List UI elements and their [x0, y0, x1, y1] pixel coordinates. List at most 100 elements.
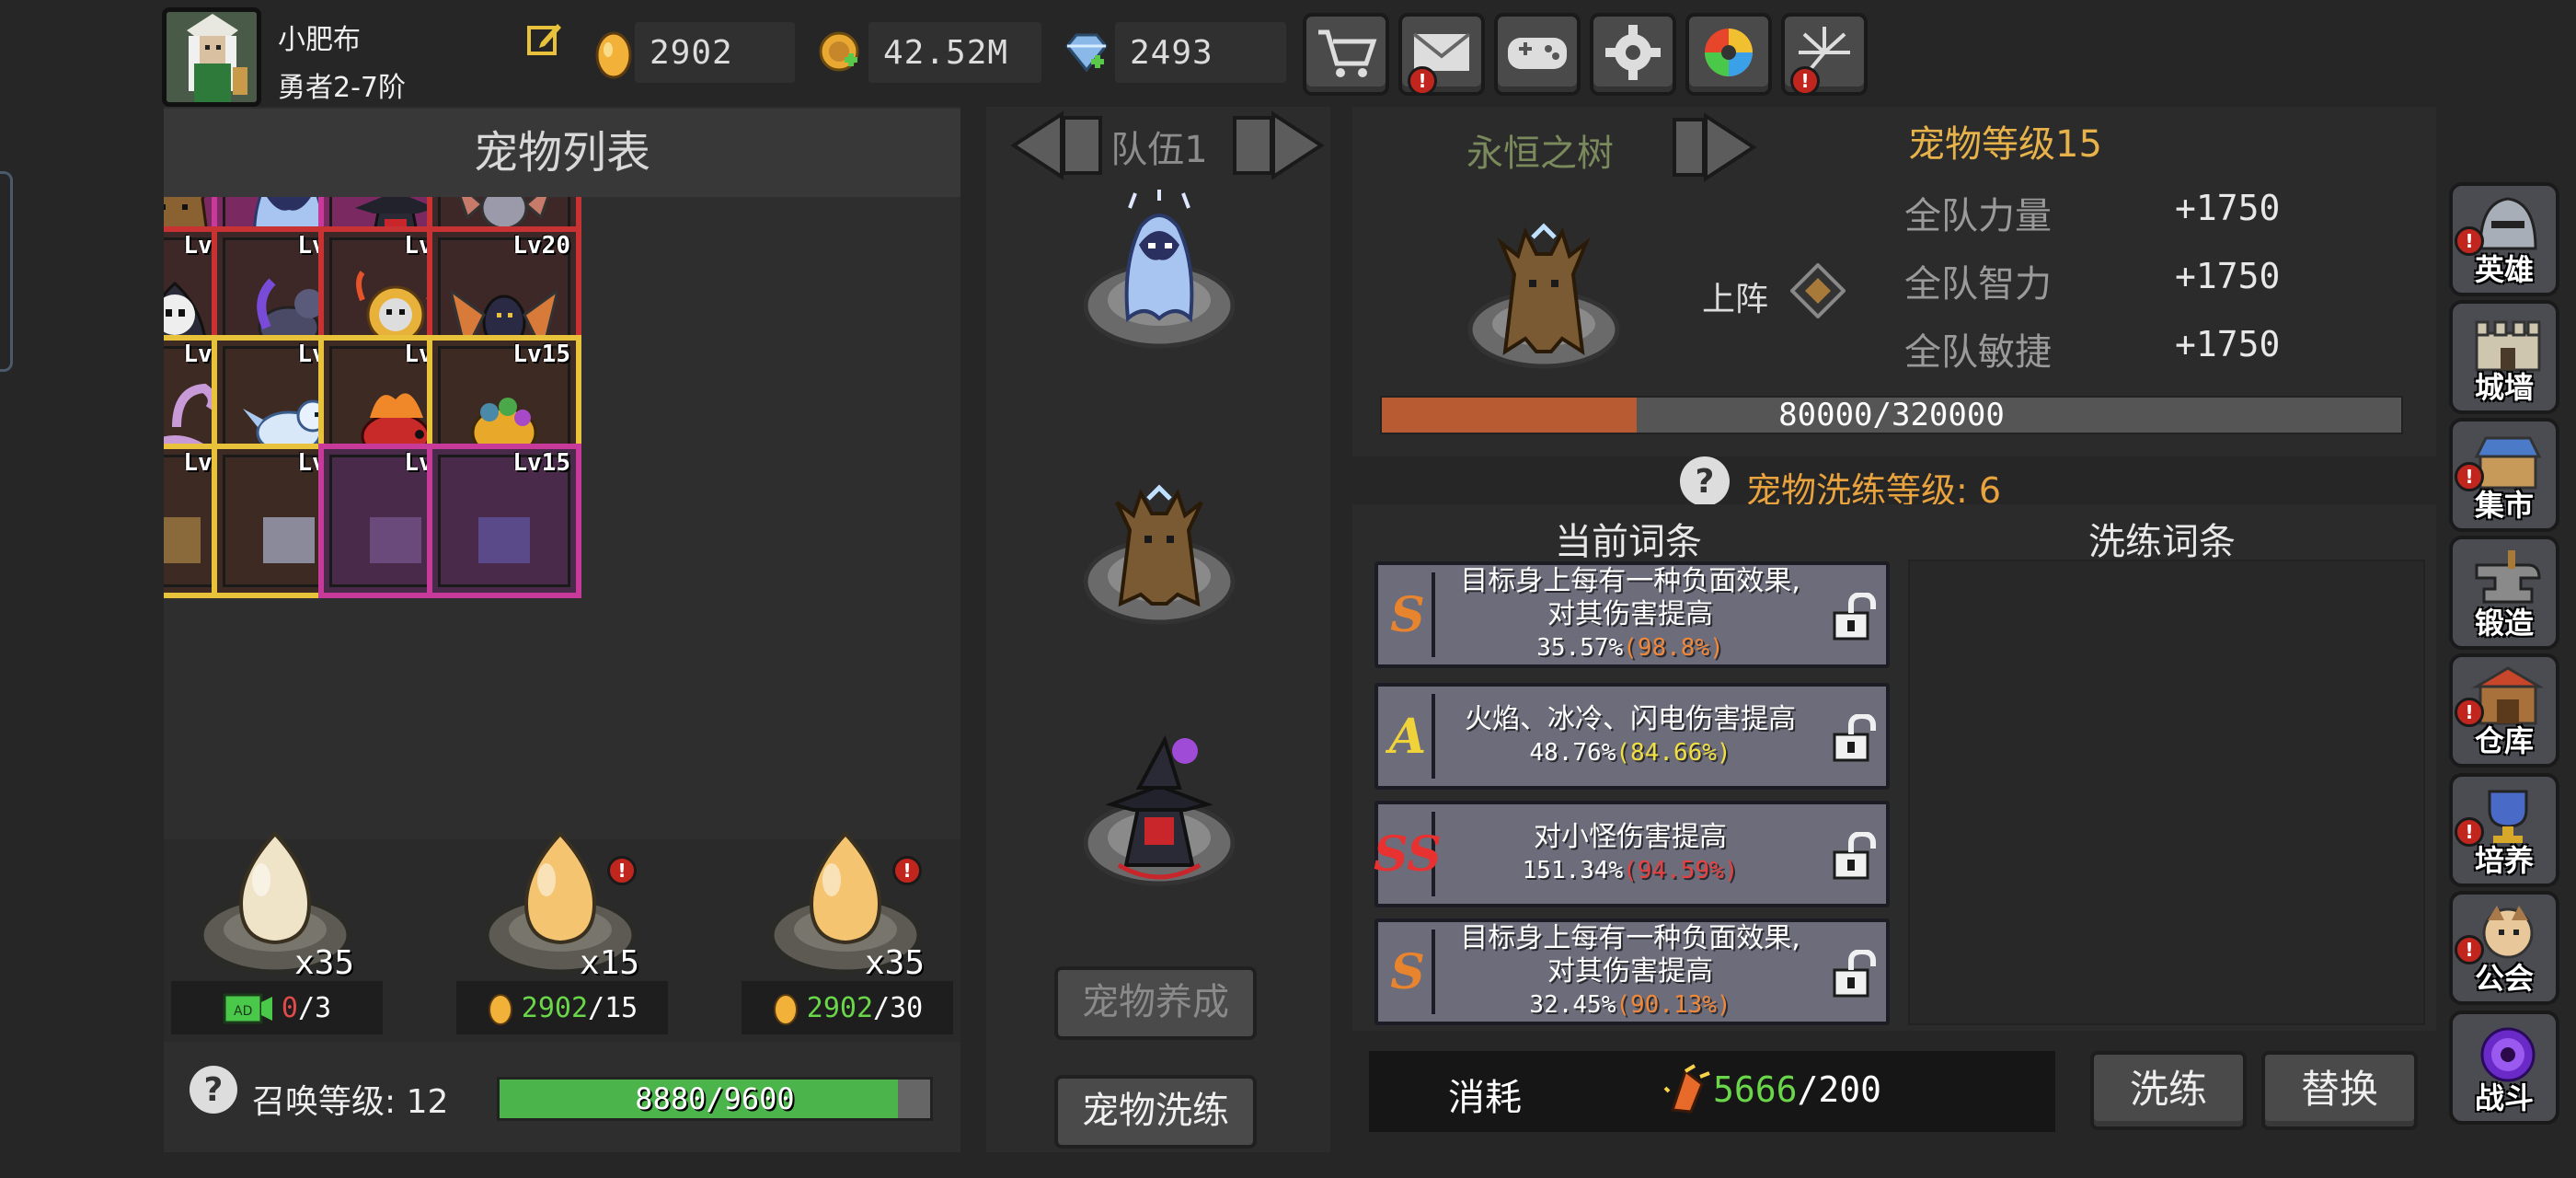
pet-level-title: 宠物等级15: [1908, 123, 2102, 166]
arrow-right-icon: [1673, 112, 1757, 182]
unlock-icon[interactable]: [1831, 712, 1877, 764]
summon-egg-button[interactable]: x35: [197, 815, 354, 985]
side-nav-trophy[interactable]: 培养!: [2449, 773, 2559, 887]
replace-button[interactable]: 替换: [2261, 1051, 2418, 1130]
side-nav-anvil[interactable]: 锻造: [2449, 536, 2559, 650]
affix-grade: A: [1384, 694, 1435, 779]
pet-next-button[interactable]: [1671, 110, 1759, 184]
edit-name-icon[interactable]: [526, 20, 563, 57]
gold-resource: 42.52M: [868, 22, 1041, 83]
stat-name: 全队智力: [1904, 263, 2052, 306]
tree-ent-pet-icon: [1467, 223, 1620, 369]
dark-witch-pet-icon: [1083, 734, 1236, 886]
unlock-icon[interactable]: [1831, 591, 1877, 642]
stat-value: +1750: [2175, 324, 2281, 364]
cost-need: /200: [1797, 1069, 1882, 1110]
gold-coin-icon: [817, 29, 863, 79]
wash-button[interactable]: 洗练: [2090, 1051, 2247, 1130]
side-nav-label: 城墙: [2474, 370, 2534, 405]
diamond-value: 2493: [1130, 33, 1213, 72]
gamepad-icon: [1502, 19, 1572, 89]
affix-text: 目标身上每有一种负面效果, 对其伤害提高 35.57%(98.8%): [1439, 565, 1822, 664]
team-slot-2[interactable]: [1075, 466, 1244, 635]
alert-badge-icon: !: [892, 856, 922, 885]
stat-value: +1750: [2175, 256, 2281, 296]
firework-button[interactable]: !: [1781, 13, 1868, 96]
egg-coin-icon: [592, 28, 635, 83]
arrow-left-icon: [1010, 110, 1102, 180]
pet-level: Lv15: [512, 449, 570, 477]
player-avatar[interactable]: [162, 7, 261, 107]
affix-text: 对小怪伤害提高 151.34%(94.59%): [1439, 804, 1822, 904]
svg-text:AD: AD: [234, 1004, 252, 1019]
alert-badge-icon: !: [2455, 698, 2484, 727]
side-nav-portal[interactable]: 战斗: [2449, 1011, 2559, 1125]
pet-portrait: [1459, 201, 1628, 374]
affix-row[interactable]: SS 对小怪伤害提高 151.34%(94.59%): [1374, 801, 1890, 907]
side-nav-castle-wall[interactable]: 城墙: [2449, 300, 2559, 414]
affix-line: 对其伤害提高: [1547, 955, 1713, 987]
pet-card[interactable]: Lv15: [427, 444, 581, 598]
pet-level: Lv20: [512, 232, 570, 260]
side-nav-label: 锻造: [2474, 606, 2534, 641]
egg-count: x35: [865, 944, 926, 982]
affix-value: 35.57%: [1536, 634, 1624, 662]
side-nav-market[interactable]: 集市!: [2449, 418, 2559, 532]
summon-help-icon[interactable]: ?: [190, 1066, 237, 1114]
unlock-icon[interactable]: [1831, 948, 1877, 999]
current-affix-header: 当前词条: [1555, 521, 1702, 563]
side-nav-helmet[interactable]: 英雄!: [2449, 182, 2559, 296]
gamepad-button[interactable]: [1494, 13, 1581, 96]
egg-coin-icon: [772, 989, 799, 1026]
affix-value: 151.34%: [1522, 857, 1624, 884]
arrow-right-icon: [1233, 110, 1325, 180]
egg-cost-have: 2902: [521, 991, 589, 1024]
egg-cost: AD 0/3: [171, 981, 383, 1034]
egg-cost-need: /15: [588, 991, 638, 1024]
diamond-resource: 2493: [1115, 22, 1286, 83]
color-wheel-button[interactable]: [1685, 13, 1772, 96]
deploy-toggle[interactable]: [1789, 262, 1846, 319]
alert-badge-icon: !: [2455, 462, 2484, 491]
wash-level-help-icon[interactable]: ?: [1680, 456, 1730, 506]
pet-list-title: 宠物列表: [164, 109, 960, 197]
alert-badge-icon: !: [2455, 935, 2484, 964]
summon-level-label: 召唤等级: 12: [252, 1083, 449, 1121]
summon-egg-button[interactable]: ! x15: [482, 815, 639, 985]
left-edge-tab[interactable]: [0, 171, 13, 372]
affix-line: 火焰、冰冷、闪电伤害提高: [1465, 703, 1796, 735]
affix-grade: S: [1384, 572, 1435, 657]
tree-ent-pet-icon: [1083, 484, 1236, 625]
affix-line: 目标身上每有一种负面效果,: [1460, 922, 1800, 954]
team-slot-1[interactable]: [1075, 190, 1244, 359]
affix-line: 目标身上每有一种负面效果,: [1460, 565, 1800, 597]
summon-egg-button[interactable]: ! x35: [767, 815, 926, 985]
mail-button[interactable]: !: [1398, 13, 1485, 96]
side-nav-label: 战斗: [2474, 1080, 2534, 1115]
side-nav-guild[interactable]: 公会!: [2449, 891, 2559, 1005]
team-slot-3[interactable]: [1075, 727, 1244, 896]
settings-button[interactable]: [1590, 13, 1676, 96]
affix-row[interactable]: S 目标身上每有一种负面效果, 对其伤害提高 35.57%(98.8%): [1374, 561, 1890, 668]
team-prev-button[interactable]: [1006, 109, 1108, 182]
affix-value-row: 35.57%(98.8%): [1536, 631, 1724, 664]
pet-grid[interactable]: Lv15✔Lv11✕Lv15✕Lv15Lv15Lv15Lv20Lv20Lv15L…: [164, 197, 960, 841]
egg-cost-have: 0: [281, 991, 298, 1024]
egg-cost: 2902/15: [456, 981, 668, 1034]
pet-wash-tab-button[interactable]: 宠物洗练: [1054, 1075, 1257, 1149]
gold-value: 42.52M: [883, 33, 1009, 72]
affix-row[interactable]: S 目标身上每有一种负面效果, 对其伤害提高 32.45%(90.13%): [1374, 918, 1890, 1025]
affix-row[interactable]: A 火焰、冰冷、闪电伤害提高 48.76%(84.66%): [1374, 683, 1890, 790]
cost-value: 5666/200: [1713, 1069, 1881, 1110]
wash-stone-icon: [1663, 1064, 1711, 1119]
affix-percent: (94.59%): [1623, 857, 1739, 884]
team-next-button[interactable]: [1227, 109, 1328, 182]
player-name: 小肥布: [278, 24, 361, 56]
shop-cart-button[interactable]: [1303, 13, 1389, 96]
aperture-icon: [1694, 19, 1764, 89]
unlock-icon[interactable]: [1831, 830, 1877, 882]
egg-coin-resource: 2902: [635, 22, 795, 83]
egg-cost-have: 2902: [806, 991, 874, 1024]
pet-nurture-button[interactable]: 宠物养成: [1054, 966, 1257, 1040]
side-nav-warehouse[interactable]: 仓库!: [2449, 653, 2559, 768]
